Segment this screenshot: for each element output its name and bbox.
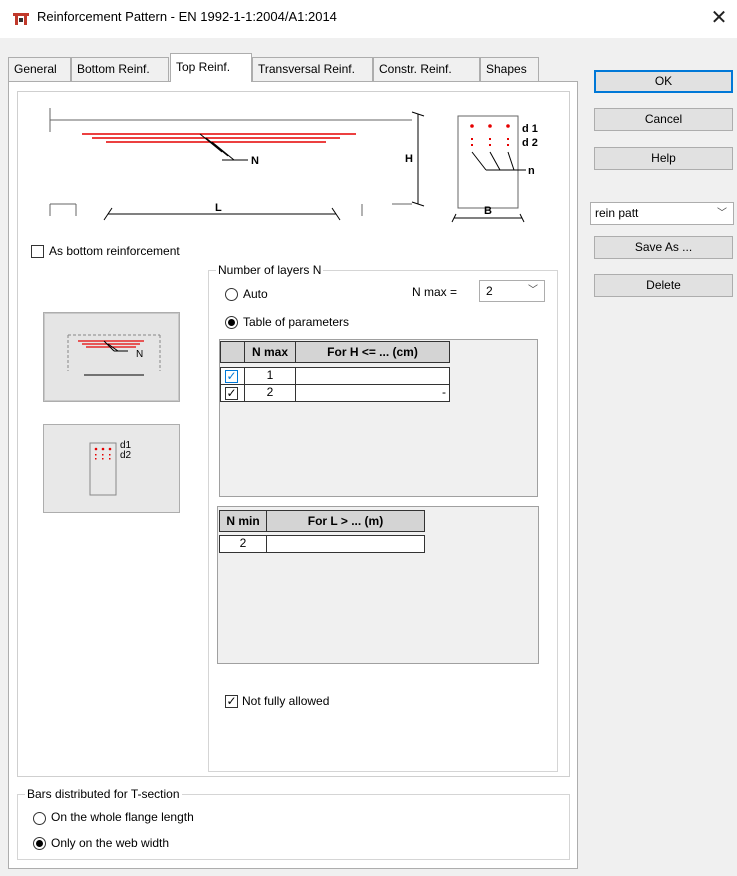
table-h-row2-h[interactable]: - bbox=[295, 384, 450, 402]
help-button[interactable]: Help bbox=[594, 147, 733, 170]
tab-bottom-reinf[interactable]: Bottom Reinf. bbox=[71, 57, 169, 81]
not-fully-allowed-label: Not fully allowed bbox=[242, 694, 330, 708]
table-l-header-nmin: N min bbox=[219, 510, 267, 532]
auto-label: Auto bbox=[243, 287, 268, 301]
thumb-section-d2: d2 bbox=[120, 450, 132, 461]
auto-radio[interactable] bbox=[225, 288, 238, 301]
pattern-select-value: rein patt bbox=[595, 206, 639, 220]
chevron-down-icon: ﹀ bbox=[528, 285, 538, 296]
section-label-d2: d 2 bbox=[522, 137, 538, 149]
beam-diagram: N H L bbox=[49, 108, 425, 221]
tab-transversal-reinf[interactable]: Transversal Reinf. bbox=[252, 57, 373, 81]
nmax-select[interactable]: 2 ﹀ bbox=[479, 280, 545, 302]
table-h-row1-h[interactable] bbox=[295, 367, 450, 385]
as-bottom-checkbox[interactable] bbox=[31, 245, 44, 258]
thumb-section-image bbox=[89, 442, 117, 496]
web-width-radio[interactable] bbox=[33, 837, 46, 850]
whole-flange-radio[interactable] bbox=[33, 812, 46, 825]
layers-legend: Number of layers N bbox=[216, 263, 324, 277]
table-l-row1-nmin[interactable]: 2 bbox=[219, 535, 267, 553]
tsection-legend: Bars distributed for T-section bbox=[25, 787, 182, 801]
row1-checkbox[interactable]: ✓ bbox=[225, 370, 238, 383]
table-h-header-nmax: N max bbox=[244, 341, 296, 363]
window-title: Reinforcement Pattern - EN 1992-1-1:2004… bbox=[37, 9, 337, 24]
as-bottom-label: As bottom reinforcement bbox=[49, 244, 180, 258]
table-l-header-l: For L > ... (m) bbox=[266, 510, 425, 532]
section-label-b: B bbox=[484, 205, 492, 217]
row2-checkbox[interactable]: ✓ bbox=[225, 387, 238, 400]
diagram-label-n: N bbox=[251, 155, 259, 167]
close-icon[interactable]: ✕ bbox=[706, 4, 732, 32]
chevron-down-icon: ﹀ bbox=[717, 208, 727, 219]
section-label-d1: d 1 bbox=[522, 123, 538, 135]
table-params-label: Table of parameters bbox=[243, 315, 350, 329]
thumb-section-pattern[interactable]: d1 d2 bbox=[43, 424, 180, 513]
tab-constr-reinf[interactable]: Constr. Reinf. bbox=[373, 57, 480, 81]
table-h-row2-nmax[interactable]: 2 bbox=[244, 384, 296, 402]
ok-button[interactable]: OK bbox=[594, 70, 733, 93]
diagram-label-h: H bbox=[405, 153, 413, 165]
table-h-row2-check[interactable]: ✓ bbox=[220, 384, 245, 402]
app-icon bbox=[13, 13, 29, 25]
not-fully-allowed-checkbox[interactable]: ✓ bbox=[225, 695, 238, 708]
web-width-label: Only on the web width bbox=[51, 836, 170, 850]
table-h-corner bbox=[220, 341, 245, 363]
save-as-button[interactable]: Save As ... bbox=[594, 236, 733, 259]
table-params-radio[interactable] bbox=[225, 316, 238, 329]
tsection-groupbox bbox=[17, 794, 570, 860]
thumb-beam-pattern[interactable]: N bbox=[43, 312, 180, 402]
pattern-select[interactable]: rein patt ﹀ bbox=[590, 202, 734, 225]
tab-top-reinf[interactable]: Top Reinf. bbox=[170, 53, 252, 82]
section-label-n: n bbox=[528, 165, 535, 177]
thumb-beam-label: N bbox=[136, 349, 144, 360]
section-diagram: d 1 d 2 n B bbox=[451, 115, 538, 223]
nmax-value: 2 bbox=[486, 284, 493, 298]
table-h-row1-check[interactable]: ✓ bbox=[220, 367, 245, 385]
diagram-label-l: L bbox=[215, 202, 222, 214]
thumb-beam-image bbox=[67, 334, 161, 376]
table-h-row1-nmax[interactable]: 1 bbox=[244, 367, 296, 385]
table-h-header-h: For H <= ... (cm) bbox=[295, 341, 450, 363]
delete-button[interactable]: Delete bbox=[594, 274, 733, 297]
table-l-row1-l[interactable] bbox=[266, 535, 425, 553]
cancel-button[interactable]: Cancel bbox=[594, 108, 733, 131]
tab-shapes[interactable]: Shapes bbox=[480, 57, 539, 81]
tab-general[interactable]: General bbox=[8, 57, 71, 81]
nmax-label: N max = bbox=[412, 285, 458, 299]
whole-flange-label: On the whole flange length bbox=[51, 810, 194, 824]
